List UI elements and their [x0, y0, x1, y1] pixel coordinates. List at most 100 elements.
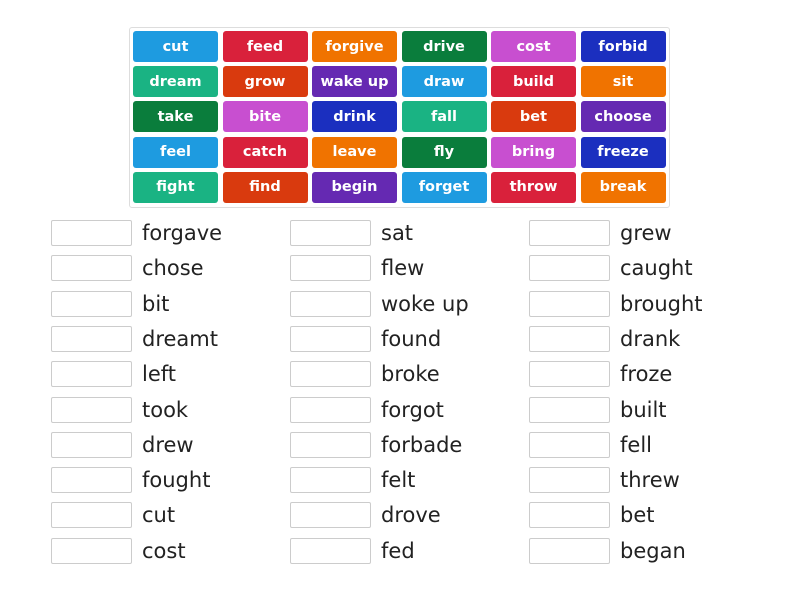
- word-tile[interactable]: catch: [222, 136, 308, 168]
- word-tile[interactable]: break: [580, 171, 666, 203]
- drop-slot[interactable]: [51, 220, 132, 246]
- word-tile[interactable]: begin: [312, 171, 397, 203]
- answer-row: found: [290, 325, 441, 352]
- answer-row: began: [529, 537, 686, 564]
- word-tile[interactable]: forbid: [580, 31, 666, 62]
- drop-slot[interactable]: [529, 502, 610, 529]
- word-tile[interactable]: grow: [222, 66, 308, 98]
- drop-slot[interactable]: [51, 467, 132, 494]
- past-tense-word: threw: [620, 468, 680, 493]
- drop-slot[interactable]: [529, 325, 610, 352]
- drop-slot[interactable]: [51, 325, 132, 352]
- word-tile[interactable]: find: [222, 171, 308, 203]
- drop-slot[interactable]: [529, 537, 610, 564]
- drop-slot[interactable]: [51, 255, 132, 282]
- word-tile[interactable]: leave: [312, 136, 397, 168]
- word-tile[interactable]: freeze: [580, 136, 666, 168]
- drop-slot[interactable]: [290, 431, 371, 458]
- answer-row: woke up: [290, 290, 469, 317]
- word-tile[interactable]: feed: [222, 31, 308, 62]
- word-tile[interactable]: feel: [133, 136, 218, 168]
- drop-slot[interactable]: [529, 290, 610, 317]
- past-tense-word: left: [142, 362, 177, 387]
- past-tense-word: forgot: [381, 397, 444, 422]
- drop-slot[interactable]: [290, 361, 371, 388]
- word-tile[interactable]: fight: [133, 171, 218, 203]
- word-tile[interactable]: bite: [222, 101, 308, 133]
- past-tense-word: brought: [620, 291, 703, 316]
- drop-slot[interactable]: [529, 255, 610, 282]
- word-tile[interactable]: sit: [580, 66, 666, 98]
- past-tense-word: cut: [142, 503, 176, 528]
- answer-row: left: [51, 361, 177, 388]
- answer-row: fed: [290, 537, 415, 564]
- drop-slot[interactable]: [529, 361, 610, 388]
- past-tense-word: caught: [620, 256, 693, 281]
- word-tile[interactable]: cut: [133, 31, 218, 62]
- word-tile[interactable]: forget: [401, 171, 487, 203]
- drop-slot[interactable]: [529, 220, 610, 246]
- word-tile[interactable]: fall: [401, 101, 487, 133]
- drop-slot[interactable]: [290, 220, 371, 246]
- past-tense-word: fell: [620, 432, 652, 457]
- drop-slot[interactable]: [529, 396, 610, 423]
- answer-row: built: [529, 396, 667, 423]
- word-tile[interactable]: bet: [491, 101, 576, 133]
- answer-row: drew: [51, 431, 194, 458]
- past-tense-word: broke: [381, 362, 440, 387]
- past-tense-word: fought: [142, 468, 211, 493]
- answer-row: cost: [51, 537, 186, 564]
- answer-row: forgot: [290, 396, 444, 423]
- answer-row: caught: [529, 255, 693, 282]
- answer-row: took: [51, 396, 189, 423]
- answer-row: fell: [529, 431, 652, 458]
- past-tense-word: froze: [620, 362, 673, 387]
- word-tile[interactable]: bring: [491, 136, 576, 168]
- answer-row: bit: [51, 290, 169, 317]
- word-tile[interactable]: choose: [580, 101, 666, 133]
- drop-slot[interactable]: [529, 431, 610, 458]
- drop-slot[interactable]: [290, 467, 371, 494]
- past-tense-word: drank: [620, 326, 681, 351]
- word-tile[interactable]: cost: [491, 31, 576, 62]
- word-tile[interactable]: throw: [491, 171, 576, 203]
- past-tense-word: built: [620, 397, 667, 422]
- answer-row: brought: [529, 290, 703, 317]
- word-tile[interactable]: build: [491, 66, 576, 98]
- drop-slot[interactable]: [290, 537, 371, 564]
- answer-row: felt: [290, 467, 416, 494]
- past-tense-word: cost: [142, 538, 186, 563]
- past-tense-word: dreamt: [142, 326, 218, 351]
- past-tense-word: forbade: [381, 432, 463, 457]
- answer-row: froze: [529, 361, 673, 388]
- answer-row: grew: [529, 220, 672, 246]
- drop-slot[interactable]: [290, 325, 371, 352]
- past-tense-word: began: [620, 538, 686, 563]
- word-tile[interactable]: drink: [312, 101, 397, 133]
- past-tense-word: felt: [381, 468, 416, 493]
- answer-row: fought: [51, 467, 211, 494]
- word-tile[interactable]: drive: [401, 31, 487, 62]
- word-tile[interactable]: draw: [401, 66, 487, 98]
- drop-slot[interactable]: [51, 396, 132, 423]
- drop-slot[interactable]: [51, 361, 132, 388]
- word-tile[interactable]: wake up: [312, 66, 397, 98]
- word-tile[interactable]: take: [133, 101, 218, 133]
- word-tile[interactable]: fly: [401, 136, 487, 168]
- drop-slot[interactable]: [51, 431, 132, 458]
- drop-slot[interactable]: [290, 396, 371, 423]
- drop-slot[interactable]: [51, 502, 132, 529]
- drop-slot[interactable]: [290, 290, 371, 317]
- drop-slot[interactable]: [290, 255, 371, 282]
- drop-slot[interactable]: [51, 290, 132, 317]
- word-bank: cut feed forgive drive cost forbid dream grow wa…: [129, 27, 670, 208]
- drop-slot[interactable]: [529, 467, 610, 494]
- answer-row: broke: [290, 361, 440, 388]
- drop-slot[interactable]: [51, 537, 132, 564]
- answer-row: drank: [529, 325, 681, 352]
- word-tile[interactable]: dream: [133, 66, 218, 98]
- past-tense-word: took: [142, 397, 189, 422]
- word-tile[interactable]: forgive: [312, 31, 397, 62]
- answer-row: dreamt: [51, 325, 218, 352]
- drop-slot[interactable]: [290, 502, 371, 529]
